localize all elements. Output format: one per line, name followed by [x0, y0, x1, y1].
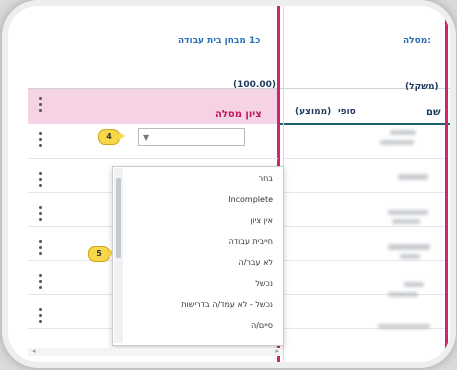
option-failed-requirements[interactable]: נכשל - לא עמד/ה בדרישות [181, 300, 273, 309]
option-choose[interactable]: בחר [259, 174, 273, 183]
callout-badge: 4 [98, 129, 120, 145]
student-name-redacted [380, 140, 414, 145]
option-completed[interactable]: סיים/ה [251, 321, 273, 330]
gradebook-panel: מסלה: כ1 מבחן בית עבודה (100.00) (משקל) … [8, 6, 450, 362]
row-more-vertical-icon[interactable] [39, 308, 42, 326]
row-divider [284, 192, 445, 193]
row-more-vertical-icon[interactable] [39, 240, 42, 258]
track-label: מסלה: [403, 36, 431, 46]
right-column-border [445, 6, 448, 362]
header-area [8, 6, 450, 88]
horizontal-scrollbar[interactable]: ◂ ▸ [28, 347, 283, 356]
total-column-value: (100.00) [233, 80, 276, 90]
scrollbar-thumb[interactable] [116, 178, 121, 258]
student-name-redacted [398, 174, 428, 180]
option-incomplete[interactable]: Incomplete [228, 195, 273, 204]
option-failed[interactable]: נכשל [255, 279, 273, 288]
name-header-underline [278, 123, 450, 125]
final-column-header[interactable]: סופי [338, 107, 356, 117]
row-more-vertical-icon[interactable] [39, 274, 42, 292]
student-name-redacted [400, 254, 420, 259]
student-name-redacted [388, 210, 428, 215]
dropdown-scrollbar[interactable] [114, 168, 123, 343]
row-divider [284, 158, 445, 159]
track-grade-select[interactable]: ▼ [138, 128, 245, 146]
header-more-vertical-icon[interactable] [39, 97, 42, 115]
callout-badge: 5 [88, 246, 110, 262]
name-column-header[interactable]: שם [426, 107, 441, 118]
row-divider [28, 158, 278, 159]
row-divider [284, 226, 445, 227]
track-grade-header[interactable]: ציון מסלה [215, 109, 262, 120]
student-name-redacted [388, 292, 418, 297]
total-column-label: כ1 מבחן בית עבודה [178, 36, 261, 46]
student-name-redacted [378, 324, 430, 329]
average-column-header[interactable]: (ממוצע) [295, 107, 331, 117]
row-divider [284, 294, 445, 295]
callout-arrow-icon [119, 132, 125, 140]
row-divider [284, 260, 445, 261]
weight-label: (משקל) [405, 82, 439, 92]
row-more-vertical-icon[interactable] [39, 172, 42, 190]
student-name-redacted [388, 244, 430, 250]
scroll-left-icon[interactable]: ◂ [32, 347, 36, 355]
student-name-redacted [392, 219, 420, 224]
student-name-redacted [390, 130, 416, 135]
grade-options-dropdown[interactable]: בחר Incomplete אין ציון חייבית עבודה לא … [112, 166, 284, 346]
scroll-right-icon[interactable]: ▸ [275, 347, 279, 355]
option-no-grade[interactable]: אין ציון [250, 216, 273, 225]
student-name-redacted [404, 282, 424, 287]
dropdown-caret-icon: ▼ [143, 133, 150, 142]
row-more-vertical-icon[interactable] [39, 132, 42, 150]
row-more-vertical-icon[interactable] [39, 206, 42, 224]
option-must-submit[interactable]: חייבית עבודה [229, 237, 273, 246]
option-not-passed[interactable]: לא עבר/ה [238, 258, 273, 267]
